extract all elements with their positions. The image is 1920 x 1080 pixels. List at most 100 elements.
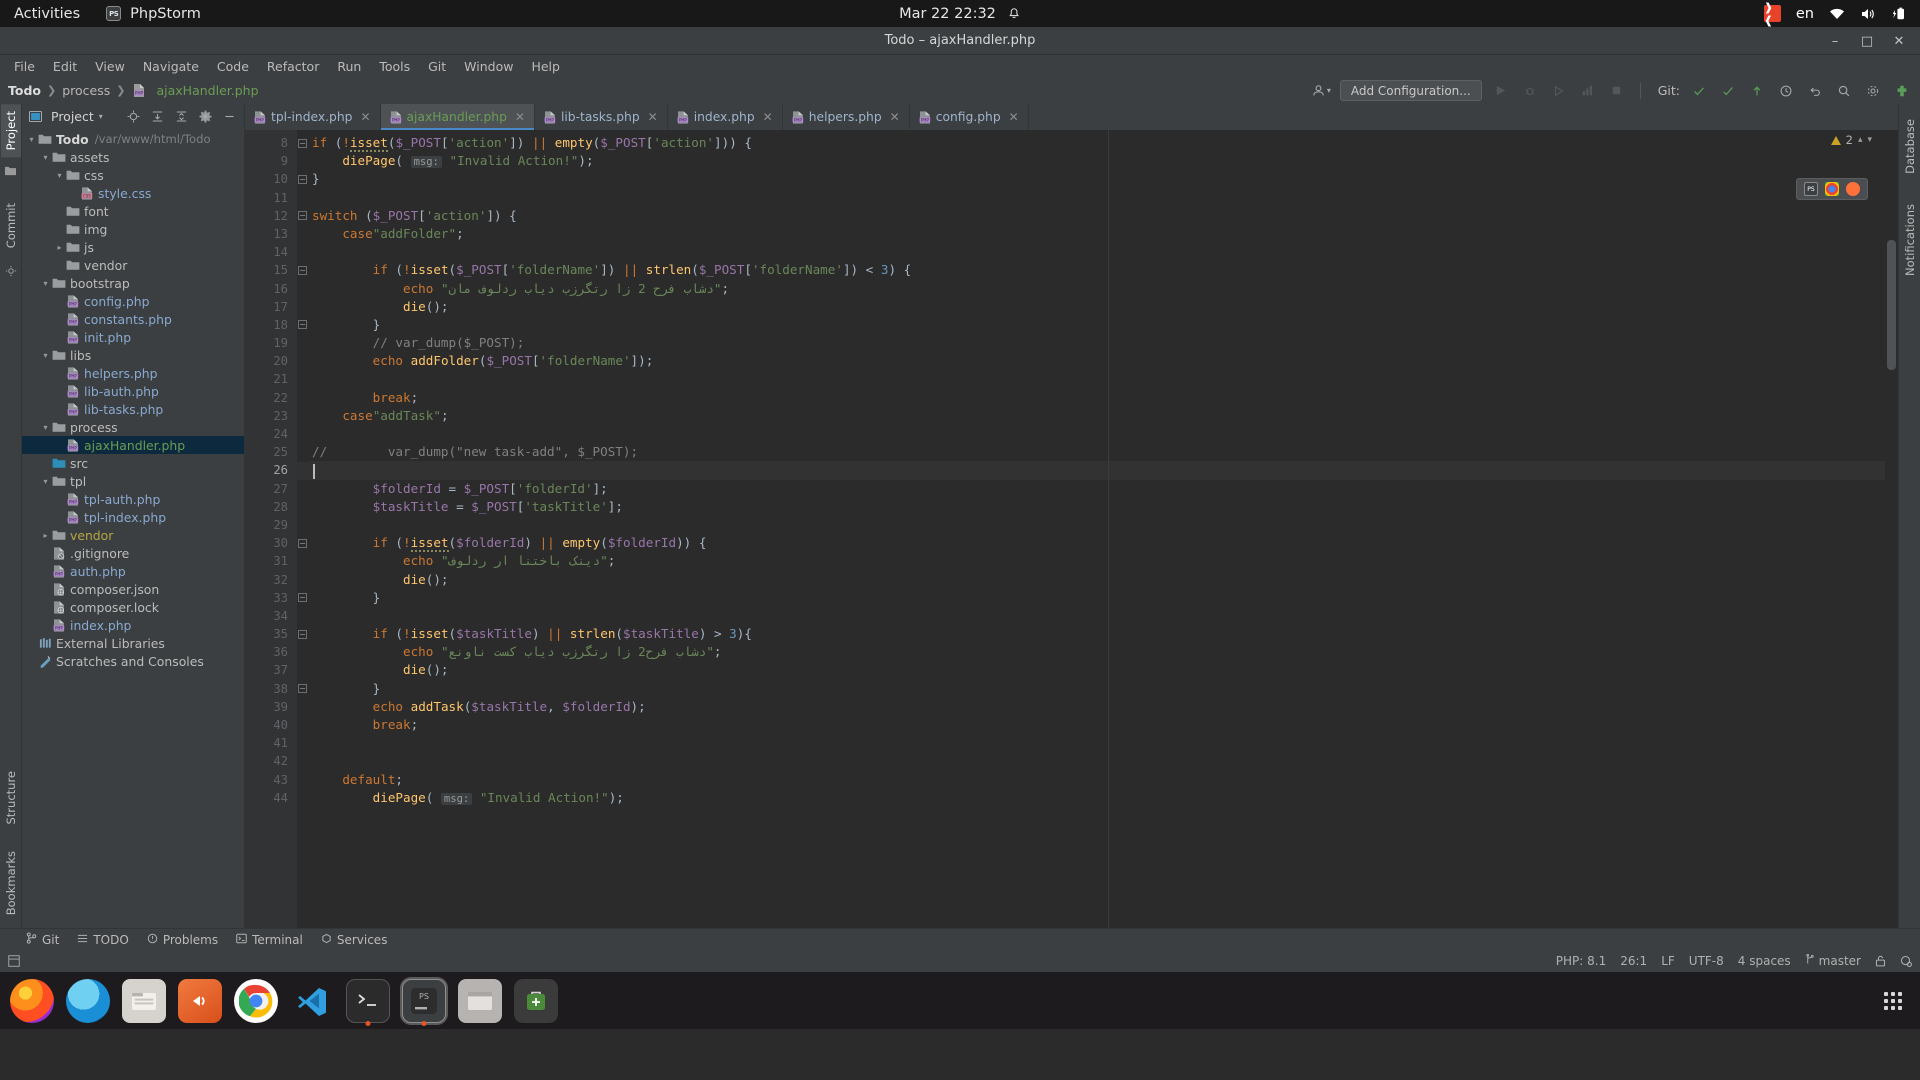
- maximize-button[interactable]: □: [1854, 30, 1880, 52]
- editor-scrollbar-thumb[interactable]: [1887, 240, 1896, 370]
- tree-item-vendor[interactable]: vendor: [22, 256, 244, 274]
- tree-item-index-php[interactable]: PHP index.php: [22, 616, 244, 634]
- fold-toggle-icon[interactable]: −: [297, 170, 308, 188]
- chevron-down-icon[interactable]: ▾: [40, 279, 51, 288]
- dock-app-vscode[interactable]: [290, 979, 334, 1023]
- browser-launch-popup[interactable]: PS: [1796, 178, 1868, 200]
- inspection-icon[interactable]: [1900, 955, 1912, 967]
- status-line-separator[interactable]: LF: [1661, 954, 1675, 968]
- collapse-all-icon[interactable]: [172, 107, 191, 126]
- code-line[interactable]: [308, 607, 1898, 625]
- editor-tab-tpl-index-php[interactable]: PHP tpl-index.php ✕: [245, 104, 381, 130]
- chevron-right-icon[interactable]: ▸: [40, 531, 51, 540]
- code-line[interactable]: [308, 370, 1898, 388]
- tree-item-composer-lock[interactable]: composer.lock: [22, 598, 244, 616]
- chevron-down-icon[interactable]: ▾: [40, 351, 51, 360]
- status-git-branch[interactable]: master: [1805, 953, 1861, 968]
- chevron-down-icon[interactable]: ▾: [26, 135, 37, 144]
- inspection-widget[interactable]: 2 ▴ ▾: [1830, 133, 1872, 147]
- expand-all-icon[interactable]: [148, 107, 167, 126]
- tree-item-style-css[interactable]: CSS style.css: [22, 184, 244, 202]
- app-menu-phpstorm[interactable]: PS PhpStorm: [106, 6, 201, 22]
- tree-item-helpers-php[interactable]: PHP helpers.php: [22, 364, 244, 382]
- tree-item-external-libraries[interactable]: External Libraries: [22, 634, 244, 652]
- code-line[interactable]: switch ($_POST['action']) {: [308, 207, 1898, 225]
- code-line[interactable]: echo "دشاب فرح2 زا رتگرزب دیاب کست ناونع…: [308, 643, 1898, 661]
- git-update-icon[interactable]: [1689, 81, 1709, 101]
- sidebar-tab-notifications[interactable]: Notifications: [1900, 197, 1920, 283]
- tree-item-src[interactable]: src: [22, 454, 244, 472]
- tree-item-img[interactable]: img: [22, 220, 244, 238]
- run-icon[interactable]: [1491, 81, 1511, 101]
- tree-item-constants-php[interactable]: PHP constants.php: [22, 310, 244, 328]
- tree-item-libs[interactable]: ▾ libs: [22, 346, 244, 364]
- chevron-down-icon[interactable]: ▾: [99, 112, 103, 121]
- dock-app-file-manager[interactable]: [458, 978, 502, 1023]
- bottom-tab-services[interactable]: Services: [321, 933, 387, 947]
- menu-help[interactable]: Help: [523, 57, 568, 76]
- menu-navigate[interactable]: Navigate: [135, 57, 207, 76]
- code-line[interactable]: [308, 516, 1898, 534]
- tree-item-ajaxhandler-php[interactable]: PHP ajaxHandler.php: [22, 436, 244, 454]
- fold-toggle-icon[interactable]: −: [297, 261, 308, 279]
- tree-item-vendor[interactable]: ▸ vendor: [22, 526, 244, 544]
- phpstorm-run-icon[interactable]: PS: [1804, 182, 1818, 196]
- git-commit-icon[interactable]: [1718, 81, 1738, 101]
- tree-item-process[interactable]: ▾ process: [22, 418, 244, 436]
- fold-toggle-icon[interactable]: −: [297, 207, 308, 225]
- search-icon[interactable]: [1834, 81, 1854, 101]
- code-line[interactable]: // var_dump("new task-add", $_POST);: [308, 443, 1898, 461]
- sidebar-tab-commit[interactable]: Commit: [1, 196, 21, 255]
- code-line[interactable]: $folderId = $_POST['folderId'];: [308, 480, 1898, 498]
- bottom-tab-problems[interactable]: Problems: [147, 933, 218, 947]
- dock-app-terminal[interactable]: [346, 978, 390, 1026]
- settings-icon[interactable]: [1863, 81, 1883, 101]
- close-tab-icon[interactable]: ✕: [515, 110, 525, 124]
- editor-tab-helpers-php[interactable]: PHP helpers.php ✕: [783, 104, 910, 130]
- tree-item-init-php[interactable]: PHP init.php: [22, 328, 244, 346]
- firefox-icon[interactable]: [1846, 182, 1860, 196]
- code-line[interactable]: // var_dump($_POST);: [308, 334, 1898, 352]
- bottom-tab-terminal[interactable]: Terminal: [236, 933, 303, 947]
- status-php-version[interactable]: PHP: 8.1: [1556, 954, 1606, 968]
- tree-item-css[interactable]: ▾ css: [22, 166, 244, 184]
- tree-item-bootstrap[interactable]: ▾ bootstrap: [22, 274, 244, 292]
- editor-scrollbar[interactable]: [1885, 130, 1898, 928]
- code-line[interactable]: diePage( msg: "Invalid Action!");: [308, 789, 1898, 807]
- gnome-clock-area[interactable]: Mar 22 22:32: [899, 6, 1021, 22]
- menu-code[interactable]: Code: [209, 57, 257, 76]
- code-line[interactable]: break;: [308, 716, 1898, 734]
- code-line[interactable]: if (!isset($folderId) || empty($folderId…: [308, 534, 1898, 553]
- code-line[interactable]: }: [308, 316, 1898, 334]
- code-line[interactable]: $taskTitle = $_POST['taskTitle'];: [308, 498, 1898, 516]
- tree-item-assets[interactable]: ▾ assets: [22, 148, 244, 166]
- tree-item-todo[interactable]: ▾ Todo/var/www/html/Todo: [22, 130, 244, 148]
- dock-app-thunderbird[interactable]: [66, 978, 110, 1023]
- tree-item-js[interactable]: ▸ js: [22, 238, 244, 256]
- code-line[interactable]: default;: [308, 771, 1898, 789]
- dock-app-rhythmbox[interactable]: [178, 978, 222, 1023]
- breadcrumb-project[interactable]: Todo: [8, 83, 41, 98]
- breadcrumb-file[interactable]: ajaxHandler.php: [156, 83, 258, 98]
- plugin-icon[interactable]: [1892, 81, 1912, 101]
- add-configuration-button[interactable]: Add Configuration...: [1339, 80, 1482, 101]
- tree-item-font[interactable]: font: [22, 202, 244, 220]
- close-tab-icon[interactable]: ✕: [763, 110, 773, 124]
- menu-git[interactable]: Git: [420, 57, 454, 76]
- close-button[interactable]: ✕: [1886, 30, 1912, 52]
- code-editor[interactable]: if (!isset($_POST['action']) || empty($_…: [308, 130, 1898, 928]
- fold-toggle-icon[interactable]: −: [297, 134, 308, 152]
- code-line[interactable]: }: [308, 589, 1898, 607]
- close-tab-icon[interactable]: ✕: [890, 110, 900, 124]
- code-line[interactable]: break;: [308, 389, 1898, 407]
- wifi-icon[interactable]: [1829, 7, 1845, 21]
- sidebar-tab-project[interactable]: Project: [0, 104, 21, 158]
- code-line[interactable]: echo "دینک باختنا ار ردلوف";: [308, 552, 1898, 570]
- tree-item-tpl[interactable]: ▾ tpl: [22, 472, 244, 490]
- dock-app-chrome[interactable]: [234, 978, 278, 1023]
- tree-item-lib-tasks-php[interactable]: PHP lib-tasks.php: [22, 400, 244, 418]
- breadcrumb-folder[interactable]: process: [62, 83, 110, 98]
- redhat-tray-icon[interactable]: ❱❰: [1763, 1, 1781, 27]
- run-with-coverage-icon[interactable]: [1549, 81, 1569, 101]
- fold-toggle-icon[interactable]: −: [297, 680, 308, 698]
